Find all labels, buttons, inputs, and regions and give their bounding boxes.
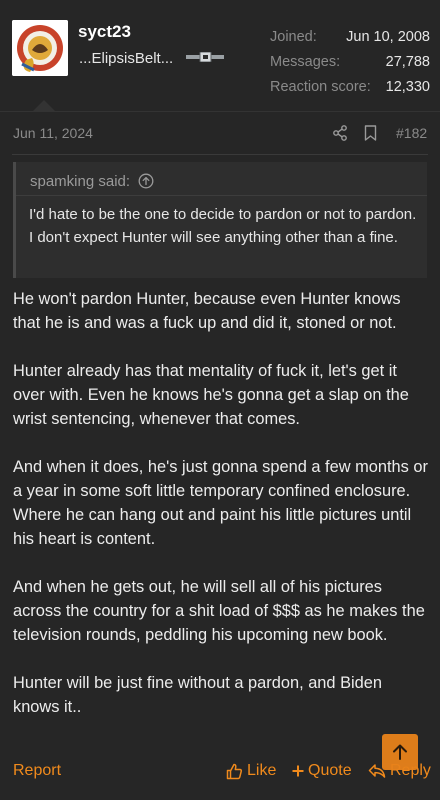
badge-avatar-icon — [12, 20, 68, 76]
quote-author[interactable]: spamking said: — [30, 173, 130, 190]
quote-button[interactable]: Quote — [292, 762, 352, 780]
user-stats: Joined: Jun 10, 2008 Messages: 27,788 Re… — [270, 28, 430, 103]
post-container: syct23 ...ElipsisBelt... Joined: Jun 10,… — [0, 0, 440, 800]
post-actions: Report Like Quote Reply — [0, 756, 440, 792]
stat-joined: Joined: Jun 10, 2008 — [270, 28, 430, 53]
message-paragraph: Hunter already has that mentality of fuc… — [13, 362, 409, 428]
arrow-up-icon — [393, 744, 407, 760]
quote-header[interactable]: spamking said: — [30, 171, 154, 191]
thumbs-up-icon — [226, 763, 243, 779]
stat-value: 27,788 — [385, 54, 430, 70]
post-number[interactable]: #182 — [396, 125, 427, 141]
divider — [16, 195, 427, 196]
stat-value: Jun 10, 2008 — [346, 29, 430, 45]
share-icon[interactable] — [332, 125, 348, 141]
divider — [12, 154, 428, 155]
quote-label: Quote — [308, 762, 352, 779]
stat-reaction-score: Reaction score: 12,330 — [270, 78, 430, 103]
report-button[interactable]: Report — [13, 762, 61, 780]
bookmark-icon[interactable] — [364, 125, 377, 141]
quote-text: I'd hate to be the one to decide to pard… — [29, 206, 417, 246]
post-date[interactable]: Jun 11, 2024 — [13, 125, 93, 141]
plus-icon — [292, 765, 304, 777]
stat-label: Reaction score: — [270, 79, 371, 95]
arrow-up-circle-icon[interactable] — [138, 173, 154, 189]
user-title: ...ElipsisBelt... — [79, 50, 174, 67]
user-header: syct23 ...ElipsisBelt... Joined: Jun 10,… — [0, 0, 440, 112]
stat-label: Messages: — [270, 54, 341, 70]
divider — [0, 111, 440, 112]
quote-block: spamking said: I'd hate to be the one to… — [13, 162, 427, 278]
avatar[interactable] — [12, 20, 68, 76]
like-button[interactable]: Like — [226, 762, 276, 780]
like-label: Like — [247, 762, 277, 779]
belt-icon — [186, 52, 224, 62]
message-paragraph: And when he gets out, he will sell all o… — [13, 578, 425, 644]
stat-value: 12,330 — [385, 79, 430, 95]
message-body: He won't pardon Hunter, because even Hun… — [13, 287, 431, 719]
message-paragraph: Hunter will be just fine without a pardo… — [13, 674, 383, 716]
stat-messages: Messages: 27,788 — [270, 53, 430, 78]
scroll-to-top-button[interactable] — [382, 734, 418, 770]
username[interactable]: syct23 — [78, 22, 131, 42]
message-paragraph: He won't pardon Hunter, because even Hun… — [13, 290, 401, 332]
stat-label: Joined: — [270, 29, 317, 45]
message-paragraph: And when it does, he's just gonna spend … — [13, 458, 428, 548]
